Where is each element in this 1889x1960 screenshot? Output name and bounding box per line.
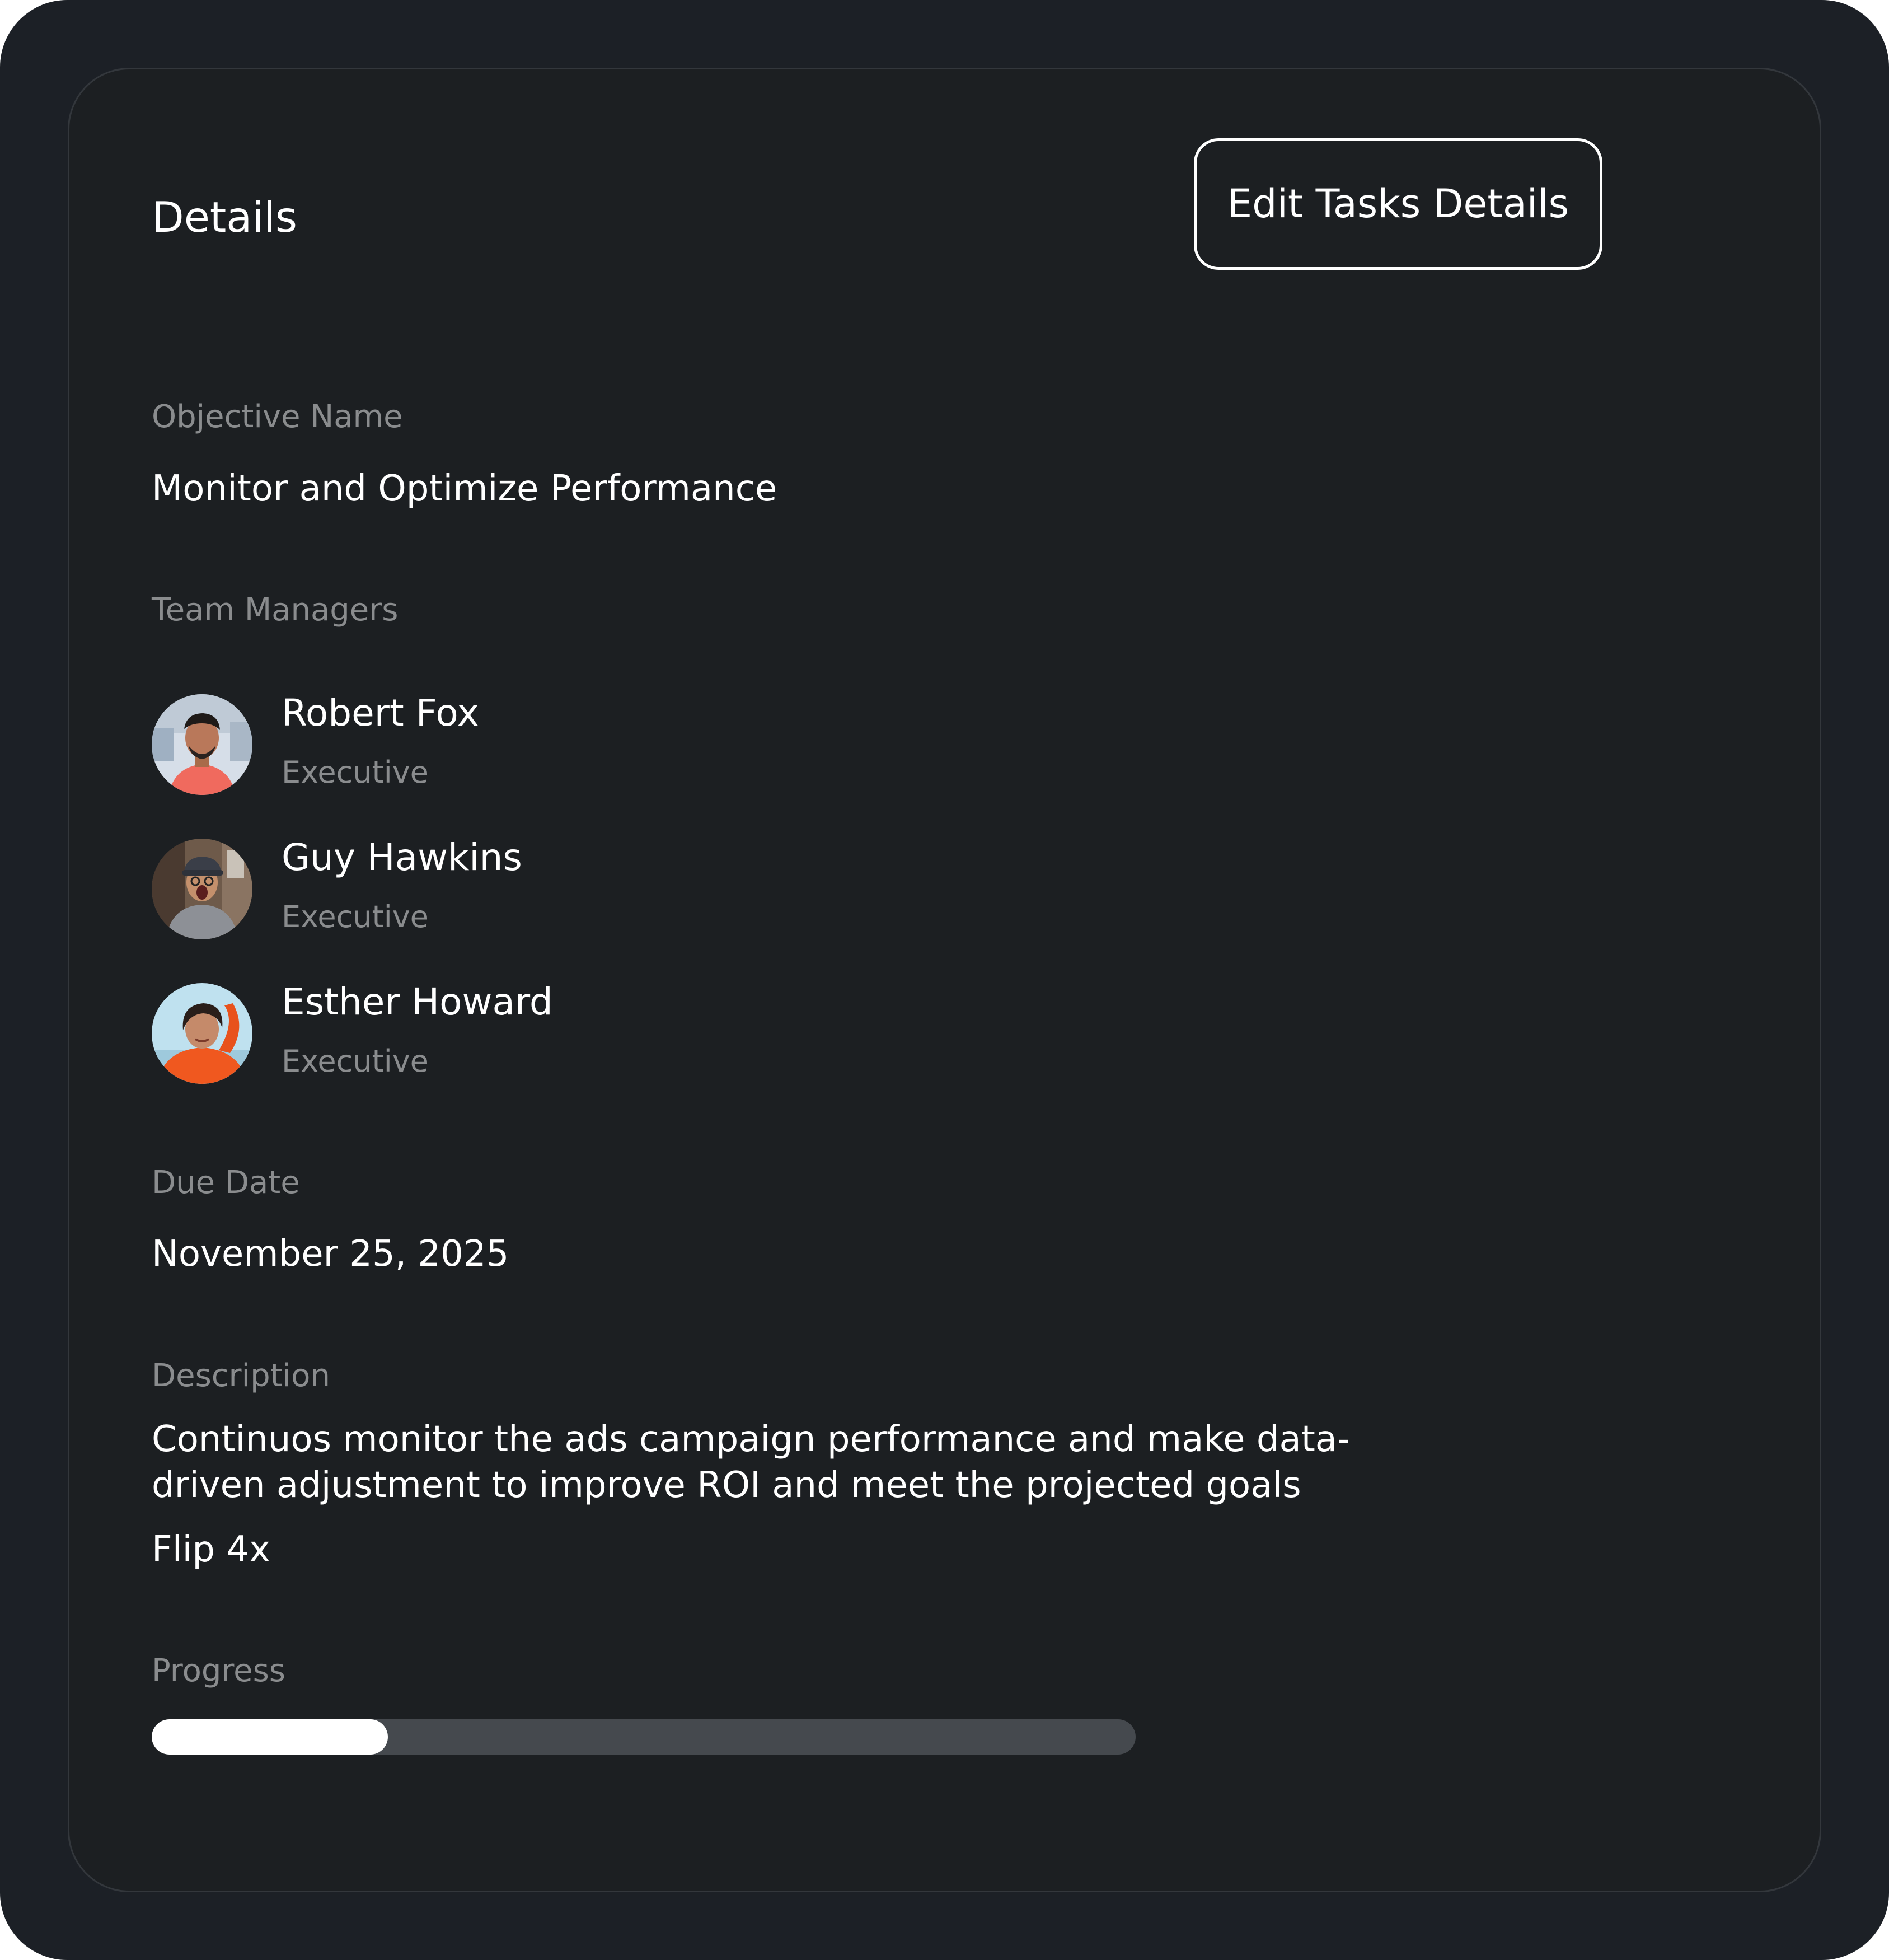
progress-bar — [152, 1719, 1136, 1755]
progress-fill — [152, 1719, 388, 1755]
due-date-label: Due Date — [152, 1164, 300, 1201]
description-extra: Flip 4x — [152, 1529, 270, 1570]
member-name: Robert Fox — [282, 691, 479, 735]
due-date-value: November 25, 2025 — [152, 1233, 509, 1275]
member-role: Executive — [282, 755, 429, 790]
description-label: Description — [152, 1358, 330, 1394]
team-member-esther-howard[interactable]: Esther Howard Executive — [152, 980, 935, 1084]
team-member-robert-fox[interactable]: Robert Fox Executive — [152, 691, 935, 795]
app-frame: Details Edit Tasks Details Objective Nam… — [0, 0, 1889, 1960]
avatar — [152, 983, 252, 1084]
objective-name-value: Monitor and Optimize Performance — [152, 468, 777, 509]
page-title: Details — [152, 193, 298, 242]
member-role: Executive — [282, 899, 429, 934]
team-member-guy-hawkins[interactable]: Guy Hawkins Executive — [152, 836, 935, 939]
member-name: Esther Howard — [282, 980, 553, 1023]
objective-name-label: Objective Name — [152, 399, 403, 435]
member-name: Guy Hawkins — [282, 836, 522, 879]
progress-label: Progress — [152, 1653, 285, 1689]
member-role: Executive — [282, 1044, 429, 1079]
avatar — [152, 694, 252, 795]
team-managers-label: Team Managers — [152, 592, 399, 628]
description-text: Continuos monitor the ads campaign perfo… — [152, 1419, 1351, 1506]
edit-task-details-button[interactable]: Edit Tasks Details — [1194, 138, 1602, 270]
avatar — [152, 839, 252, 939]
